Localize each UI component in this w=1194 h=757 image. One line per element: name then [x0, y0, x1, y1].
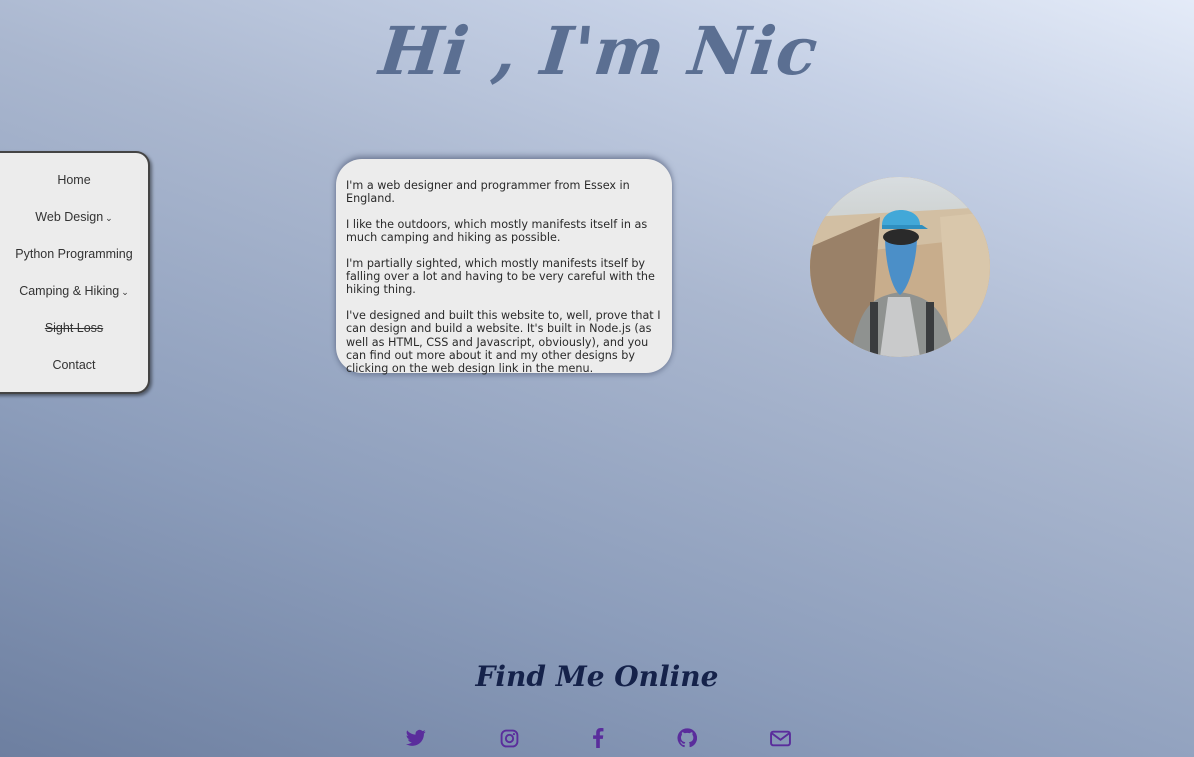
nav-item-label: Sight Loss: [44, 321, 104, 336]
about-paragraph: I'm partially sighted, which mostly mani…: [346, 256, 655, 297]
nav-item-label: Python Programming: [15, 246, 133, 261]
find-me-online-heading: Find Me Online: [475, 660, 719, 693]
email-icon[interactable]: [769, 727, 791, 749]
nav-item-label: Web Design: [35, 209, 104, 224]
nav-item-python-programming[interactable]: Python Programming: [5, 247, 132, 261]
twitter-icon-glyph: [406, 729, 426, 746]
nav-item-contact[interactable]: Contact: [42, 358, 95, 372]
about-paragraph: I'm a web designer and programmer from E…: [346, 179, 630, 206]
side-navigation: Home Web Design ⌄ Python Programming Camp…: [0, 151, 150, 394]
facebook-icon[interactable]: [587, 727, 609, 749]
github-icon-glyph: [677, 728, 697, 748]
nav-item-label: Camping & Hiking: [19, 284, 120, 299]
chevron-down-icon: ⌄: [121, 287, 129, 298]
page-title: Hi , I'm Nic: [375, 12, 822, 90]
about-paragraph: I've designed and built this website to,…: [346, 308, 661, 376]
about-card: I'm a web designer and programmer from E…: [336, 159, 672, 376]
nav-item-web-design[interactable]: Web Design ⌄: [25, 210, 112, 224]
twitter-icon[interactable]: [405, 727, 427, 749]
facebook-icon-glyph: [593, 728, 604, 748]
email-icon-glyph: [769, 730, 791, 746]
nav-item-label: Contact: [52, 358, 96, 373]
nav-item-label: Home: [57, 172, 91, 187]
instagram-icon-glyph: [500, 729, 518, 747]
instagram-icon[interactable]: [498, 727, 520, 749]
nav-item-camping-hiking[interactable]: Camping & Hiking ⌄: [9, 284, 129, 298]
chevron-down-icon: ⌄: [105, 212, 113, 223]
profile-photo-image: [810, 177, 990, 357]
github-icon[interactable]: [676, 727, 698, 749]
nav-item-sight-loss[interactable]: Sight Loss: [35, 321, 103, 335]
nav-item-home[interactable]: Home: [47, 173, 90, 187]
profile-photo: [810, 177, 990, 357]
about-paragraph: I like the outdoors, which mostly manife…: [346, 217, 648, 245]
